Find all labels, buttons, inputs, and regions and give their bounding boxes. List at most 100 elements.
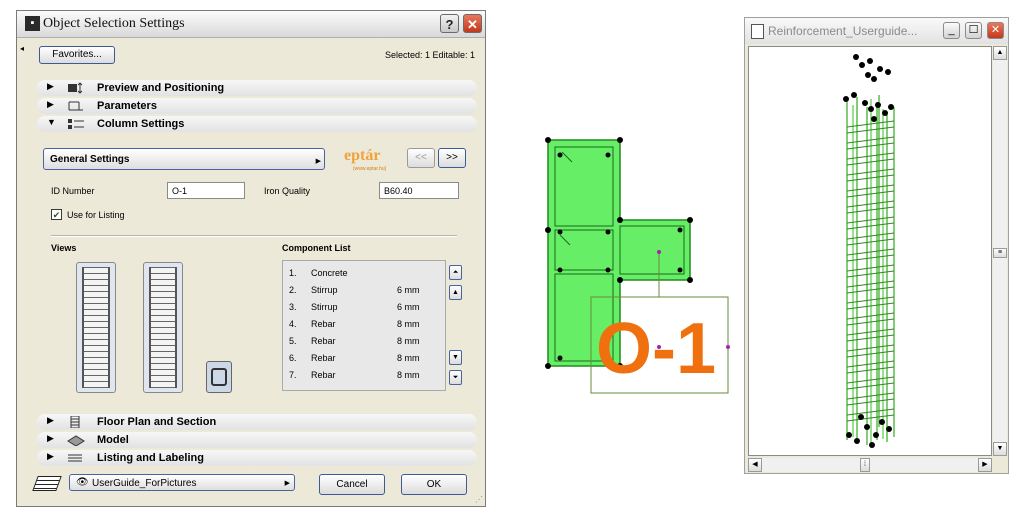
item-name: Rebar (311, 370, 336, 380)
close-button[interactable]: ✕ (463, 14, 482, 33)
dropdown-arrow-icon: ▶ (315, 158, 321, 165)
scroll-down-arrow-icon[interactable]: ▼ (993, 442, 1007, 456)
scroll-left-arrow-icon[interactable]: ◀ (748, 458, 762, 472)
parameters-icon (68, 101, 83, 111)
window-title: Reinforcement_Userguide... (768, 24, 918, 38)
section-floor-plan-and-section[interactable]: ▶ Floor Plan and Section (37, 414, 477, 430)
use-for-listing-label: Use for Listing (67, 210, 125, 220)
object-selection-settings-dialog: ▪ Object Selection Settings ? ✕ ◂ Favori… (16, 10, 486, 507)
views-heading: Views (51, 243, 77, 253)
general-settings-dropdown[interactable]: General Settings ▶ (43, 148, 325, 170)
item-name: Stirrup (311, 285, 338, 295)
id-number-label: ID Number (51, 186, 95, 196)
maximize-button[interactable]: ☐ (965, 22, 982, 39)
previous-page-button[interactable]: << (407, 148, 435, 168)
listing-icon (68, 454, 82, 462)
component-list-heading: Component List (282, 243, 351, 253)
list-item[interactable]: 1. Concrete (283, 265, 445, 281)
scroll-right-arrow-icon[interactable]: ▶ (978, 458, 992, 472)
view-section-thumbnail[interactable] (206, 361, 232, 393)
item-name: Concrete (311, 268, 348, 278)
eye-icon: 👁 (76, 477, 89, 488)
hotspot-icon[interactable] (726, 345, 730, 349)
list-item[interactable]: 5. Rebar 8 mm (283, 333, 445, 349)
cross-section-icon (211, 368, 227, 386)
column-settings-icon (68, 119, 84, 129)
move-up-button[interactable]: ▲ (449, 285, 462, 300)
divider (51, 235, 457, 237)
item-size: 8 mm (397, 370, 420, 380)
favorites-button[interactable]: Favorites... (39, 46, 115, 64)
view-side-thumbnail[interactable] (143, 262, 183, 393)
section-label: Column Settings (97, 118, 185, 130)
expand-triangle-icon[interactable]: ▶ (47, 415, 54, 426)
minimize-button[interactable]: _ (943, 22, 960, 39)
section-model[interactable]: ▶ Model (37, 432, 477, 448)
close-button[interactable]: ✕ (987, 22, 1004, 39)
expand-triangle-icon[interactable]: ▶ (47, 451, 54, 462)
hotspot-icon[interactable] (657, 250, 661, 254)
cancel-button[interactable]: Cancel (319, 474, 385, 495)
resize-grip-icon[interactable]: ⋰ (475, 495, 483, 504)
scroll-up-arrow-icon[interactable]: ▲ (993, 46, 1007, 60)
expand-triangle-icon[interactable]: ▶ (47, 433, 54, 444)
next-page-button[interactable]: >> (438, 148, 466, 168)
rebar-cage-3d-model (843, 54, 895, 448)
item-size: 6 mm (397, 302, 420, 312)
preview-icon (68, 82, 83, 94)
dialog-titlebar[interactable]: ▪ Object Selection Settings ? ✕ (17, 11, 485, 38)
section-preview-and-positioning[interactable]: ▶ Preview and Positioning (37, 80, 477, 96)
layer-dropdown[interactable]: 👁 UserGuide_ForPictures ▶ (69, 474, 295, 491)
horizontal-scrollbar[interactable]: ◀ ⁞ ▶ (748, 458, 992, 472)
collapse-triangle-icon[interactable]: ▼ (47, 117, 56, 127)
layers-icon (32, 476, 62, 491)
app-icon: ▪ (25, 16, 40, 31)
list-item[interactable]: 7. Rebar 8 mm (283, 367, 445, 383)
dialog-title: Object Selection Settings (43, 16, 185, 31)
item-name: Rebar (311, 336, 336, 346)
move-to-bottom-button[interactable]: ⏷ (449, 370, 462, 385)
list-item[interactable]: 6. Rebar 8 mm (283, 350, 445, 366)
item-size: 6 mm (397, 285, 420, 295)
item-number: 3. (289, 302, 297, 312)
scroll-thumb[interactable]: ≡ (993, 248, 1007, 258)
list-item[interactable]: 3. Stirrup 6 mm (283, 299, 445, 315)
move-down-button[interactable]: ▼ (449, 350, 462, 365)
3d-view-canvas[interactable] (748, 46, 992, 456)
item-number: 7. (289, 370, 297, 380)
item-name: Rebar (311, 353, 336, 363)
window-titlebar[interactable]: Reinforcement_Userguide... _ ☐ ✕ (745, 18, 1008, 44)
selection-status: Selected: 1 Editable: 1 (384, 50, 475, 60)
section-parameters[interactable]: ▶ Parameters (37, 98, 477, 114)
item-name: Rebar (311, 319, 336, 329)
ok-button[interactable]: OK (401, 474, 467, 495)
section-label: Model (97, 434, 129, 446)
section-listing-and-labeling[interactable]: ▶ Listing and Labeling (37, 450, 477, 466)
iron-quality-field[interactable]: B60.40 (379, 182, 459, 199)
section-label: Listing and Labeling (97, 452, 204, 464)
item-number: 4. (289, 319, 297, 329)
reinforcement-3d-window: Reinforcement_Userguide... _ ☐ ✕ ▲ ≡ ▼ ◀… (744, 17, 1009, 474)
expand-triangle-icon[interactable]: ▶ (47, 99, 54, 110)
model-icon (67, 435, 85, 446)
id-number-field[interactable]: O-1 (167, 182, 245, 199)
vertical-scrollbar[interactable]: ▲ ≡ ▼ (993, 46, 1007, 456)
expand-triangle-icon[interactable]: ▶ (47, 81, 54, 92)
column-plan-drawing[interactable]: O-1 (540, 130, 740, 400)
use-for-listing-checkbox[interactable]: ✔ (51, 209, 62, 220)
component-list[interactable]: 1. Concrete 2. Stirrup 6 mm 3. Stirrup 6 mm 4… (282, 260, 446, 391)
rebar-elevation-image (149, 267, 177, 388)
section-label: Parameters (97, 100, 157, 112)
help-button[interactable]: ? (440, 14, 459, 33)
move-to-top-button[interactable]: ⏶ (449, 265, 462, 280)
list-item[interactable]: 2. Stirrup 6 mm (283, 282, 445, 298)
scroll-thumb[interactable]: ⁞ (860, 458, 870, 472)
view-front-thumbnail[interactable] (76, 262, 116, 393)
list-item[interactable]: 4. Rebar 8 mm (283, 316, 445, 332)
collapse-arrow-icon[interactable]: ◂ (20, 44, 24, 53)
eptar-logo-url: (www.eptar.hu) (353, 166, 387, 172)
section-column-settings[interactable]: ▼ Column Settings (37, 116, 477, 132)
section-label: Floor Plan and Section (97, 416, 217, 428)
iron-quality-label: Iron Quality (264, 186, 311, 196)
item-size: 8 mm (397, 336, 420, 346)
